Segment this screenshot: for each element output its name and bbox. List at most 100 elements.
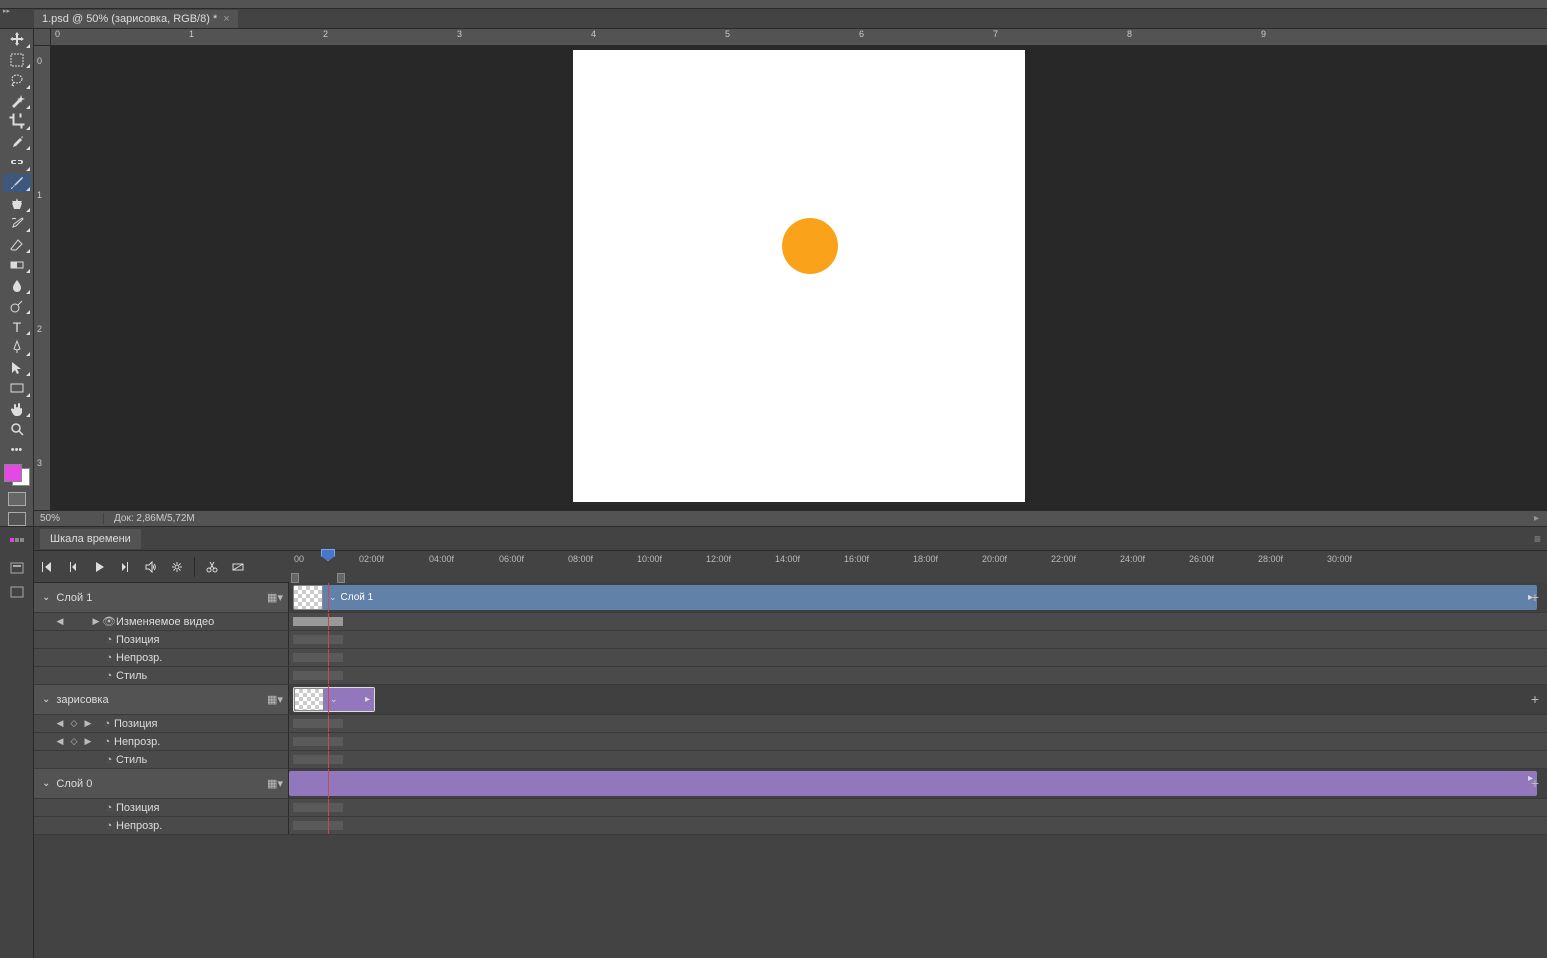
doc-info[interactable]: Док: 2,86M/5,72M [104,513,1526,524]
go-to-first-frame-button[interactable] [34,555,60,579]
crop-tool[interactable] [3,112,31,131]
blur-tool[interactable] [3,276,31,295]
canvas-viewport[interactable] [51,46,1547,510]
vertical-ruler[interactable]: 0 1 2 3 [34,46,51,510]
zoom-tool[interactable] [3,420,31,439]
magic-wand-tool[interactable] [3,92,31,111]
clone-stamp-tool[interactable] [3,194,31,213]
split-clip-button[interactable] [199,555,225,579]
keyframe-segment[interactable] [293,737,343,746]
playhead-line [328,715,329,732]
keyframe-segment[interactable] [293,755,343,764]
play-button[interactable] [86,555,112,579]
marquee-tool[interactable] [3,51,31,70]
swatches-panel-icon[interactable] [5,533,29,555]
keyframe-segment[interactable] [293,617,343,626]
timeline-ruler[interactable]: 00 02:00f 04:00f 06:00f 08:00f 10:00f 12… [289,551,1547,583]
status-menu-icon[interactable]: ▸ [1526,513,1547,524]
panel-icon[interactable] [5,581,29,603]
chevron-down-icon[interactable]: ⌄ [42,778,50,789]
playhead[interactable] [321,549,335,561]
panel-menu-icon[interactable]: ≡ [1534,532,1541,546]
keyframe-segment[interactable] [293,803,343,812]
stopwatch-icon[interactable]: ◔ [102,633,116,647]
add-media-button[interactable]: + [1531,691,1539,707]
video-clip[interactable]: ⌄▸ [293,687,375,712]
more-tools[interactable]: ••• [3,441,31,460]
prev-keyframe-icon[interactable]: ◀ [54,718,66,730]
stopwatch-icon[interactable]: ◔ [102,753,116,767]
chevron-down-icon[interactable]: ⌄ [42,694,50,705]
chevron-down-icon[interactable]: ⌄ [42,592,50,603]
track-header[interactable]: ⌄ Слой 0 ▦▾ ▸ + [34,769,1547,799]
timeline-settings-button[interactable] [164,555,190,579]
video-clip[interactable]: ▸ [289,771,1537,796]
property-label: Позиция [114,718,288,730]
color-swatch[interactable] [4,464,30,486]
document-tab[interactable]: 1.psd @ 50% (зарисовка, RGB/8) * × [34,10,238,28]
prev-keyframe-icon[interactable]: ◀ [54,736,66,748]
property-label: Стиль [116,754,288,766]
next-keyframe-icon[interactable]: ▶ [82,718,94,730]
ruler-origin[interactable] [34,29,51,46]
visibility-icon[interactable]: 👁 [102,615,116,629]
keyframe-segment[interactable] [293,671,343,680]
video-clip[interactable]: ⌄Слой 1▸ [293,585,1537,610]
track-options-icon[interactable]: ▦▾ [268,693,282,707]
history-brush-tool[interactable] [3,215,31,234]
gradient-tool[interactable] [3,256,31,275]
add-keyframe-icon[interactable]: ◇ [68,718,80,730]
stopwatch-icon[interactable]: ◔ [100,717,114,731]
track-property: ◀◇▶ ◔ Позиция [34,715,1547,733]
ruler-tick: 0 [55,29,60,39]
track-header[interactable]: ⌄ Слой 1 ▦▾ ⌄Слой 1▸ + [34,583,1547,613]
stopwatch-icon[interactable]: ◔ [102,819,116,833]
healing-brush-tool[interactable] [3,153,31,172]
track-options-icon[interactable]: ▦▾ [268,591,282,605]
work-area-end[interactable] [337,573,345,583]
dodge-tool[interactable] [3,297,31,316]
horizontal-ruler[interactable]: 0 1 2 3 4 5 6 7 8 9 [51,29,1547,46]
lasso-tool[interactable] [3,71,31,90]
foreground-color[interactable] [4,464,22,482]
zoom-level[interactable]: 50% [34,513,104,524]
eyedropper-tool[interactable] [3,133,31,152]
hand-tool[interactable] [3,400,31,419]
panel-expand-bar[interactable]: ▸▸ [0,0,1547,9]
stopwatch-icon[interactable]: ◔ [102,669,116,683]
prev-keyframe-icon[interactable]: ◀ [54,616,66,628]
stopwatch-icon[interactable]: ◔ [102,801,116,815]
path-selection-tool[interactable] [3,359,31,378]
eraser-tool[interactable] [3,235,31,254]
keyframe-segment[interactable] [293,821,343,830]
next-keyframe-icon[interactable]: ▶ [90,616,102,628]
transition-button[interactable] [225,555,251,579]
brush-tool[interactable] [3,174,31,193]
rectangle-tool[interactable] [3,379,31,398]
keyframe-segment[interactable] [293,653,343,662]
close-icon[interactable]: × [223,13,229,25]
stopwatch-icon[interactable]: ◔ [102,651,116,665]
audio-toggle-button[interactable] [138,555,164,579]
previous-frame-button[interactable] [60,555,86,579]
timeline-tab[interactable]: Шкала времени [40,529,141,549]
keyframe-segment[interactable] [293,635,343,644]
type-tool[interactable]: T [3,317,31,336]
next-keyframe-icon[interactable]: ▶ [82,736,94,748]
add-keyframe-icon[interactable]: ◇ [68,736,80,748]
keyframe-segment[interactable] [293,719,343,728]
work-area-start[interactable] [291,573,299,583]
add-media-button[interactable]: + [1531,589,1539,605]
stopwatch-icon[interactable]: ◔ [100,735,114,749]
screen-mode[interactable] [8,512,26,526]
collapsed-panels [0,526,34,958]
track-header[interactable]: ⌄ зарисовка ▦▾ ⌄▸ + [34,685,1547,715]
move-tool[interactable] [3,30,31,49]
clip-menu-icon[interactable]: ▸ [365,694,370,705]
quick-mask-mode[interactable] [8,492,26,506]
next-frame-button[interactable] [112,555,138,579]
add-media-button[interactable]: + [1531,775,1539,791]
layers-panel-icon[interactable] [5,557,29,579]
pen-tool[interactable] [3,338,31,357]
track-options-icon[interactable]: ▦▾ [268,777,282,791]
